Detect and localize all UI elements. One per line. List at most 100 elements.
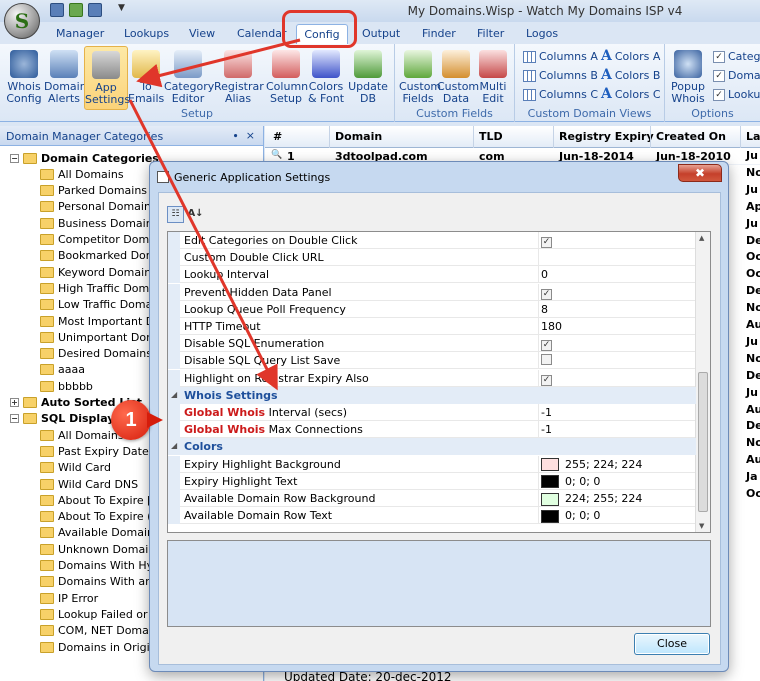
col-header-created-on[interactable]: Created On — [656, 130, 726, 143]
colors-c-button[interactable]: A Colors C — [601, 86, 661, 102]
colors-a-button[interactable]: A Colors A — [601, 48, 660, 64]
col-header-registry-expiry[interactable]: Registry Expiry — [559, 130, 654, 143]
columns-b-button[interactable]: Columns B — [523, 69, 598, 82]
property-row[interactable]: Global Whois Interval (secs) -1 — [168, 404, 696, 421]
property-value[interactable]: 8 — [541, 303, 548, 316]
tab-filter[interactable]: Filter — [477, 27, 504, 40]
option-checkbox-2[interactable]: ✓Domai — [713, 69, 760, 82]
tree-item[interactable]: All Domains — [40, 166, 124, 182]
tree-item[interactable]: Domains With an I — [40, 574, 159, 590]
option-checkbox-3[interactable]: ✓ Looku — [713, 88, 760, 101]
property-value[interactable]: ✓ — [541, 337, 552, 352]
registrar-alias-button[interactable]: Registrar Alias — [214, 50, 264, 105]
tab-lookups[interactable]: Lookups — [124, 27, 169, 40]
property-value[interactable]: 0; 0; 0 — [541, 509, 600, 523]
tree-item[interactable]: IP Error — [40, 590, 98, 606]
option-checkbox-1[interactable]: ✓Catego — [713, 50, 760, 63]
dialog-close-x-button[interactable]: ✖ — [678, 164, 722, 182]
property-row[interactable]: Custom Double Click URL — [168, 249, 696, 267]
colors-font-button[interactable]: Colors & Font — [306, 50, 346, 105]
whois-config-button[interactable]: Whois Config — [4, 50, 44, 105]
tree-item[interactable]: All Domains — [40, 427, 124, 443]
property-category[interactable]: ◢ Whois Settings — [168, 386, 696, 404]
checkbox-checked-icon[interactable]: ✓ — [541, 374, 552, 386]
tree-item[interactable]: About To Expire (R — [40, 509, 159, 525]
expand-icon[interactable]: + — [10, 398, 19, 407]
property-value[interactable]: -1 — [541, 423, 552, 436]
tree-item[interactable]: Desired Domains — [40, 346, 152, 362]
collapse-triangle-icon[interactable]: ◢ — [171, 441, 177, 450]
category-editor-button[interactable]: Category Editor — [164, 50, 214, 105]
property-value[interactable]: 0 — [541, 268, 548, 281]
domain-alerts-button[interactable]: Domain Alerts — [44, 50, 87, 105]
scroll-up-icon[interactable]: ▲ — [699, 234, 704, 242]
col-header-num[interactable]: # — [273, 130, 282, 143]
tree-item[interactable]: About To Expire [R — [40, 492, 159, 508]
property-value[interactable]: -1 — [541, 406, 552, 419]
custom-data-button[interactable]: Custom Data — [437, 50, 479, 105]
tree-item[interactable]: Lookup Failed or N — [40, 606, 159, 622]
property-value[interactable]: ✓ — [541, 234, 552, 248]
col-header-tld[interactable]: TLD — [479, 130, 503, 143]
app-menu-button[interactable]: S — [4, 3, 40, 39]
tree-item[interactable]: Competitor Domai — [40, 232, 159, 248]
property-value[interactable]: 0; 0; 0 — [541, 475, 600, 489]
tab-finder[interactable]: Finder — [422, 27, 456, 40]
checkbox-checked-icon[interactable]: ✓ — [541, 340, 552, 352]
color-swatch[interactable] — [541, 492, 559, 506]
property-value[interactable]: ✓ — [541, 372, 552, 386]
scroll-down-icon[interactable]: ▼ — [699, 522, 704, 530]
tree-category-node[interactable]: − Domain Categories — [10, 150, 159, 166]
property-row[interactable]: Lookup Interval 0 — [168, 266, 696, 284]
to-emails-button[interactable]: To Emails — [128, 50, 164, 105]
tree-item[interactable]: Unimportant Doma — [40, 329, 164, 345]
columns-c-button[interactable]: Columns C — [523, 88, 598, 101]
categorized-view-icon[interactable]: ☷ — [167, 206, 184, 223]
color-swatch[interactable] — [541, 458, 559, 472]
tree-item[interactable]: Business Domains — [40, 215, 158, 231]
property-row[interactable]: Disable SQL Enumeration ✓ — [168, 335, 696, 353]
scrollbar-thumb[interactable] — [698, 372, 708, 512]
tree-item[interactable]: Wild Card DNS — [40, 476, 138, 492]
property-row[interactable]: Available Domain Row Background 224; 255;… — [168, 490, 696, 507]
property-category[interactable]: ◢ Colors — [168, 438, 696, 456]
tree-item[interactable]: Personal Domains — [40, 199, 157, 215]
tree-item[interactable]: Most Important Do — [40, 313, 161, 329]
property-value[interactable]: 180 — [541, 320, 562, 333]
property-value[interactable] — [541, 354, 552, 368]
property-row[interactable]: Lookup Queue Poll Frequency 8 — [168, 300, 696, 318]
tree-item[interactable]: Low Traffic Domai — [40, 297, 155, 313]
columns-a-button[interactable]: Columns A — [523, 50, 598, 63]
tab-output[interactable]: Output — [362, 27, 400, 40]
property-row[interactable]: Global Whois Max Connections -1 — [168, 421, 696, 439]
close-button[interactable]: Close — [634, 633, 710, 655]
property-row[interactable]: HTTP Timeout 180 — [168, 318, 696, 335]
property-row[interactable]: Highlight on Registrar Expiry Also ✓ — [168, 369, 696, 387]
checkbox-checked-icon[interactable]: ✓ — [541, 288, 552, 300]
collapse-icon[interactable]: − — [10, 414, 19, 424]
property-row[interactable]: Disable SQL Query List Save — [168, 352, 696, 370]
property-row[interactable]: Expiry Highlight Background 255; 224; 224 — [168, 455, 696, 473]
update-db-button[interactable]: Update DB — [348, 50, 388, 105]
tab-logos[interactable]: Logos — [526, 27, 558, 40]
col-header-last[interactable]: La — [746, 130, 760, 143]
alphabetical-sort-icon[interactable]: A↓ — [187, 206, 204, 223]
property-row[interactable]: Available Domain Row Text 0; 0; 0 — [168, 507, 696, 525]
tree-item[interactable]: Domains in Origina — [40, 639, 163, 655]
tree-item[interactable]: Unknown Domains — [40, 541, 161, 557]
custom-fields-button[interactable]: Custom Fields — [399, 50, 441, 105]
app-settings-button[interactable]: App Settings — [84, 46, 130, 110]
tab-view[interactable]: View — [189, 27, 215, 40]
tree-item[interactable]: Keyword Domains — [40, 264, 157, 280]
close-icon[interactable]: × — [246, 129, 255, 142]
col-header-domain[interactable]: Domain — [335, 130, 382, 143]
property-row[interactable]: Expiry Highlight Text 0; 0; 0 — [168, 472, 696, 490]
tree-item[interactable]: Past Expiry Date — [40, 443, 149, 459]
property-value[interactable]: 224; 255; 224 — [541, 492, 642, 506]
property-value[interactable]: 255; 224; 224 — [541, 458, 642, 472]
color-swatch[interactable] — [541, 509, 559, 523]
tree-item[interactable]: Domains With Hyp — [40, 558, 160, 574]
property-row[interactable]: Prevent Hidden Data Panel ✓ — [168, 283, 696, 301]
tab-calendar[interactable]: Calendar — [237, 27, 286, 40]
multi-edit-button[interactable]: Multi Edit — [475, 50, 511, 105]
